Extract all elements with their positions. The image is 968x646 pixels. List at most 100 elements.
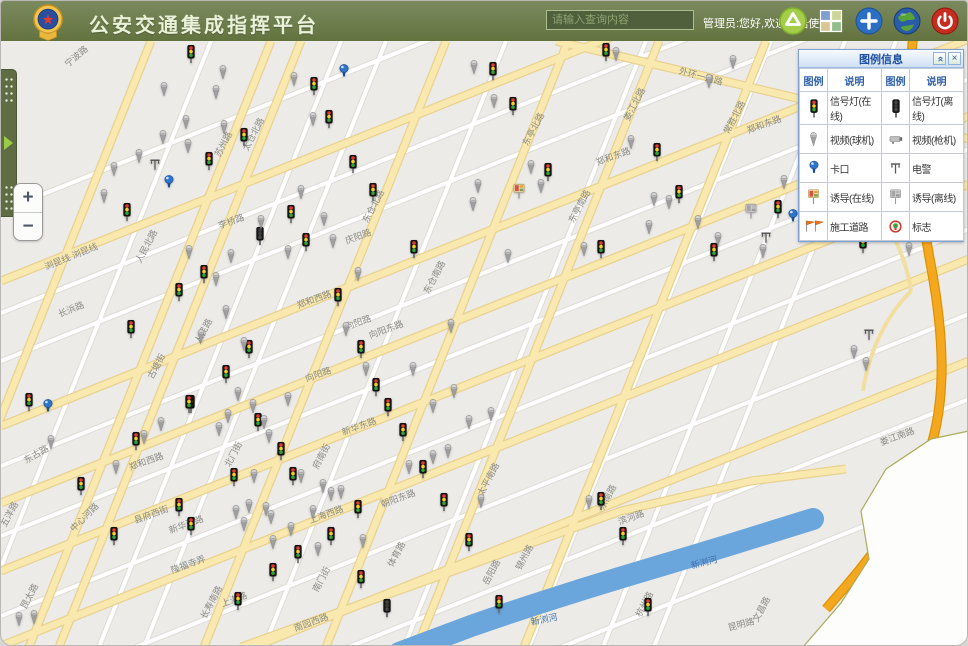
- map-icon-checkpoint-camera[interactable]: [163, 174, 175, 190]
- map-icon-traffic-signal-online[interactable]: [285, 205, 297, 224]
- map-icon-video-dome-camera[interactable]: [489, 94, 500, 109]
- map-icon-video-dome-camera[interactable]: [218, 65, 229, 80]
- map-icon-video-dome-camera[interactable]: [644, 220, 655, 235]
- map-icon-traffic-signal-online[interactable]: [352, 500, 364, 519]
- map-icon-video-dome-camera[interactable]: [184, 245, 195, 260]
- map-icon-guidance-sign-online[interactable]: [513, 183, 526, 199]
- map-icon-traffic-signal-online[interactable]: [617, 527, 629, 546]
- map-icon-traffic-signal-online[interactable]: [232, 592, 244, 611]
- map-icon-traffic-signal-online[interactable]: [300, 233, 312, 252]
- map-icon-video-dome-camera[interactable]: [308, 112, 319, 127]
- map-viewport[interactable]: 宁波路外环一沿路苏州路太仓北路东仓北路人民北路人民路娄江北路东亭北路东亭南路常胜…: [1, 41, 968, 646]
- map-icon-traffic-signal-online[interactable]: [75, 477, 87, 496]
- map-icon-video-dome-camera[interactable]: [233, 387, 244, 402]
- map-icon-video-dome-camera[interactable]: [326, 487, 337, 502]
- map-icon-video-dome-camera[interactable]: [358, 534, 369, 549]
- map-icon-video-dome-camera[interactable]: [183, 139, 194, 154]
- map-icon-video-dome-camera[interactable]: [328, 234, 339, 249]
- map-icon-traffic-signal-online[interactable]: [673, 185, 685, 204]
- map-icon-traffic-signal-online[interactable]: [125, 320, 137, 339]
- map-icon-video-dome-camera[interactable]: [904, 242, 915, 257]
- map-icon-video-dome-camera[interactable]: [536, 179, 547, 194]
- map-icon-video-dome-camera[interactable]: [259, 415, 270, 430]
- map-icon-traffic-signal-online[interactable]: [438, 493, 450, 512]
- map-icon-video-dome-camera[interactable]: [109, 162, 120, 177]
- map-icon-video-dome-camera[interactable]: [214, 422, 225, 437]
- map-icon-traffic-signal-online[interactable]: [323, 110, 335, 129]
- map-icon-video-dome-camera[interactable]: [443, 444, 454, 459]
- zoom-in-button[interactable]: +: [14, 184, 42, 212]
- legend-close-button[interactable]: ×: [948, 52, 961, 65]
- map-icon-traffic-signal-online[interactable]: [275, 442, 287, 461]
- map-icon-video-dome-camera[interactable]: [296, 469, 307, 484]
- map-icon-video-dome-camera[interactable]: [649, 192, 660, 207]
- map-icon-traffic-signal-online[interactable]: [651, 143, 663, 162]
- zoom-out-button[interactable]: −: [14, 212, 42, 240]
- map-icon-video-dome-camera[interactable]: [159, 82, 170, 97]
- map-icon-video-dome-camera[interactable]: [449, 384, 460, 399]
- map-icon-traffic-signal-online[interactable]: [228, 468, 240, 487]
- map-icon-video-dome-camera[interactable]: [249, 469, 260, 484]
- map-icon-traffic-signal-online[interactable]: [267, 563, 279, 582]
- map-icon-traffic-signal-online[interactable]: [408, 240, 420, 259]
- map-icon-traffic-signal-online[interactable]: [173, 498, 185, 517]
- map-icon-video-dome-camera[interactable]: [14, 612, 25, 627]
- map-icon-video-dome-camera[interactable]: [264, 429, 275, 444]
- map-icon-video-dome-camera[interactable]: [341, 322, 352, 337]
- map-icon-video-dome-camera[interactable]: [134, 149, 145, 164]
- map-icon-e-police-pole[interactable]: [760, 231, 773, 244]
- map-icon-video-dome-camera[interactable]: [469, 60, 480, 75]
- map-icon-video-dome-camera[interactable]: [211, 85, 222, 100]
- map-icon-video-dome-camera[interactable]: [181, 115, 192, 130]
- map-icon-video-dome-camera[interactable]: [286, 522, 297, 537]
- map-icon-video-dome-camera[interactable]: [313, 542, 324, 557]
- map-icon-video-dome-camera[interactable]: [704, 74, 715, 89]
- map-icon-video-dome-camera[interactable]: [226, 249, 237, 264]
- layers-button[interactable]: [817, 7, 845, 35]
- map-icon-video-dome-camera[interactable]: [446, 319, 457, 334]
- map-icon-video-dome-camera[interactable]: [486, 407, 497, 422]
- map-icon-traffic-signal-online[interactable]: [397, 423, 409, 442]
- map-icon-traffic-signal-online[interactable]: [23, 393, 35, 412]
- map-icon-traffic-signal-online[interactable]: [292, 545, 304, 564]
- map-icon-video-dome-camera[interactable]: [476, 494, 487, 509]
- map-icon-video-dome-camera[interactable]: [503, 249, 514, 264]
- map-icon-video-dome-camera[interactable]: [211, 272, 222, 287]
- map-icon-traffic-signal-online[interactable]: [220, 365, 232, 384]
- map-icon-video-dome-camera[interactable]: [268, 535, 279, 550]
- map-icon-video-dome-camera[interactable]: [239, 337, 250, 352]
- map-icon-traffic-signal-offline[interactable]: [381, 599, 393, 618]
- map-icon-video-dome-camera[interactable]: [408, 362, 419, 377]
- add-button[interactable]: [855, 7, 883, 35]
- map-icon-video-dome-camera[interactable]: [336, 485, 347, 500]
- map-icon-video-dome-camera[interactable]: [693, 215, 704, 230]
- map-mode-button[interactable]: [893, 7, 921, 35]
- map-icon-video-dome-camera[interactable]: [849, 345, 860, 360]
- map-icon-video-dome-camera[interactable]: [308, 505, 319, 520]
- map-icon-traffic-signal-online[interactable]: [595, 492, 607, 511]
- map-icon-video-dome-camera[interactable]: [46, 435, 57, 450]
- legend-collapse-button[interactable]: «: [933, 52, 946, 65]
- map-icon-traffic-signal-online[interactable]: [198, 265, 210, 284]
- map-icon-traffic-signal-online[interactable]: [595, 240, 607, 259]
- map-icon-video-dome-camera[interactable]: [111, 460, 122, 475]
- map-icon-checkpoint-camera[interactable]: [338, 63, 350, 79]
- map-icon-traffic-signal-online[interactable]: [507, 97, 519, 116]
- map-icon-video-dome-camera[interactable]: [244, 499, 255, 514]
- map-icon-e-police-pole[interactable]: [863, 328, 876, 341]
- map-icon-video-dome-camera[interactable]: [626, 135, 637, 150]
- map-icon-video-dome-camera[interactable]: [221, 305, 232, 320]
- map-icon-traffic-signal-online[interactable]: [325, 527, 337, 546]
- map-icon-traffic-signal-online[interactable]: [183, 395, 195, 414]
- map-icon-video-dome-camera[interactable]: [29, 610, 40, 625]
- map-icon-video-dome-camera[interactable]: [266, 510, 277, 525]
- map-icon-traffic-signal-online[interactable]: [108, 527, 120, 546]
- map-icon-traffic-signal-online[interactable]: [185, 517, 197, 536]
- map-icon-video-dome-camera[interactable]: [283, 392, 294, 407]
- map-icon-traffic-signal-online[interactable]: [355, 570, 367, 589]
- map-icon-video-dome-camera[interactable]: [196, 329, 207, 344]
- map-icon-video-dome-camera[interactable]: [139, 430, 150, 445]
- map-icon-traffic-signal-online[interactable]: [355, 340, 367, 359]
- map-icon-video-dome-camera[interactable]: [256, 215, 267, 230]
- map-icon-video-dome-camera[interactable]: [758, 244, 769, 259]
